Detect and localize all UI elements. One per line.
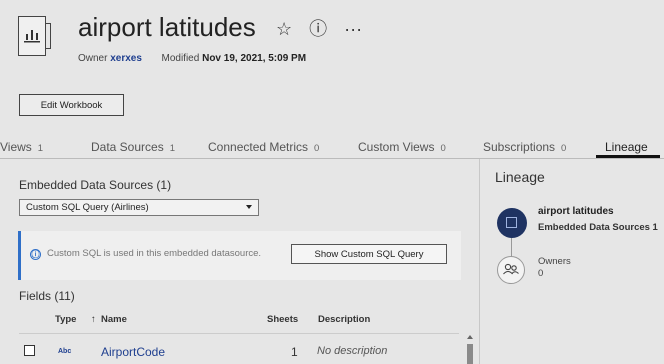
embedded-sources-title: Embedded Data Sources (1) <box>19 178 172 192</box>
field-name-link[interactable]: AirportCode <box>101 345 165 359</box>
tab-count: 0 <box>314 143 320 154</box>
workbook-title: airport latitudes <box>78 12 256 42</box>
tab-label: Views <box>0 140 32 154</box>
info-circle-icon: ⓘ <box>30 249 41 260</box>
tab-lineage[interactable]: Lineage <box>605 140 648 154</box>
tab-count: 0 <box>561 143 567 154</box>
tab-bar: Views 1 Data Sources 1 Connected Metrics 0 … <box>0 140 664 158</box>
table-header-divider <box>19 333 459 334</box>
title-actions: ☆ ⓘ ··· <box>276 15 374 41</box>
fields-title: Fields (11) <box>19 289 75 303</box>
workbook-meta: Owner xerxes Modified Nov 19, 2021, 5:09… <box>78 53 306 64</box>
field-sheets-count: 1 <box>291 345 298 359</box>
sort-ascending-icon[interactable]: ↑ <box>91 314 96 325</box>
workbook-icon <box>18 16 51 56</box>
tab-count: 0 <box>440 143 446 154</box>
people-icon[interactable] <box>497 256 525 284</box>
show-custom-sql-button[interactable]: Show Custom SQL Query <box>291 244 447 264</box>
banner-message: Custom SQL is used in this embedded data… <box>47 248 262 259</box>
column-description-header[interactable]: Description <box>318 314 370 325</box>
data-source-select[interactable]: Custom SQL Query (Airlines) <box>19 199 259 216</box>
modified-date: Nov 19, 2021, 5:09 PM <box>202 53 307 64</box>
pane-divider <box>479 159 480 364</box>
lineage-title: Lineage <box>495 169 545 185</box>
field-description: No description <box>317 345 388 357</box>
modified-label: Modified <box>161 53 200 64</box>
owners-count: 0 <box>538 268 544 279</box>
tab-subscriptions[interactable]: Subscriptions 0 <box>483 140 566 154</box>
scrollbar-thumb[interactable] <box>467 344 473 364</box>
tab-connected-metrics[interactable]: Connected Metrics 0 <box>208 140 319 154</box>
tab-views[interactable]: Views 1 <box>0 140 43 154</box>
tab-label: Subscriptions <box>483 140 556 154</box>
scroll-up-arrow-icon[interactable] <box>467 335 473 339</box>
tab-count: 1 <box>169 143 175 154</box>
column-name-header[interactable]: Name <box>101 314 127 325</box>
favorite-star-icon[interactable]: ☆ <box>276 19 292 39</box>
edit-workbook-button[interactable]: Edit Workbook <box>19 94 124 116</box>
lineage-node-name[interactable]: airport latitudes <box>538 206 614 217</box>
tab-label: Connected Metrics <box>208 140 309 154</box>
owner-link[interactable]: xerxes <box>110 53 142 64</box>
info-icon[interactable]: ⓘ <box>309 19 327 39</box>
tabs-divider <box>0 158 664 159</box>
tab-custom-views[interactable]: Custom Views 0 <box>358 140 446 154</box>
tab-label: Custom Views <box>358 140 435 154</box>
workbook-node-icon[interactable] <box>497 208 527 238</box>
tab-label: Lineage <box>605 140 648 154</box>
tab-count: 1 <box>37 143 44 154</box>
lineage-node-subtitle: Embedded Data Sources 1 <box>538 222 658 233</box>
owners-label: Owners <box>538 256 571 267</box>
more-actions-icon[interactable]: ··· <box>344 19 362 39</box>
tab-label: Data Sources <box>91 140 164 154</box>
column-type-header[interactable]: Type <box>55 314 76 325</box>
chevron-down-icon <box>246 205 252 209</box>
row-checkbox[interactable] <box>24 345 35 356</box>
owner-label: Owner <box>78 53 108 64</box>
string-type-icon: Abc <box>58 348 72 355</box>
select-value: Custom SQL Query (Airlines) <box>26 202 149 213</box>
tab-data-sources[interactable]: Data Sources 1 <box>91 140 175 154</box>
column-sheets-header[interactable]: Sheets <box>267 314 298 325</box>
